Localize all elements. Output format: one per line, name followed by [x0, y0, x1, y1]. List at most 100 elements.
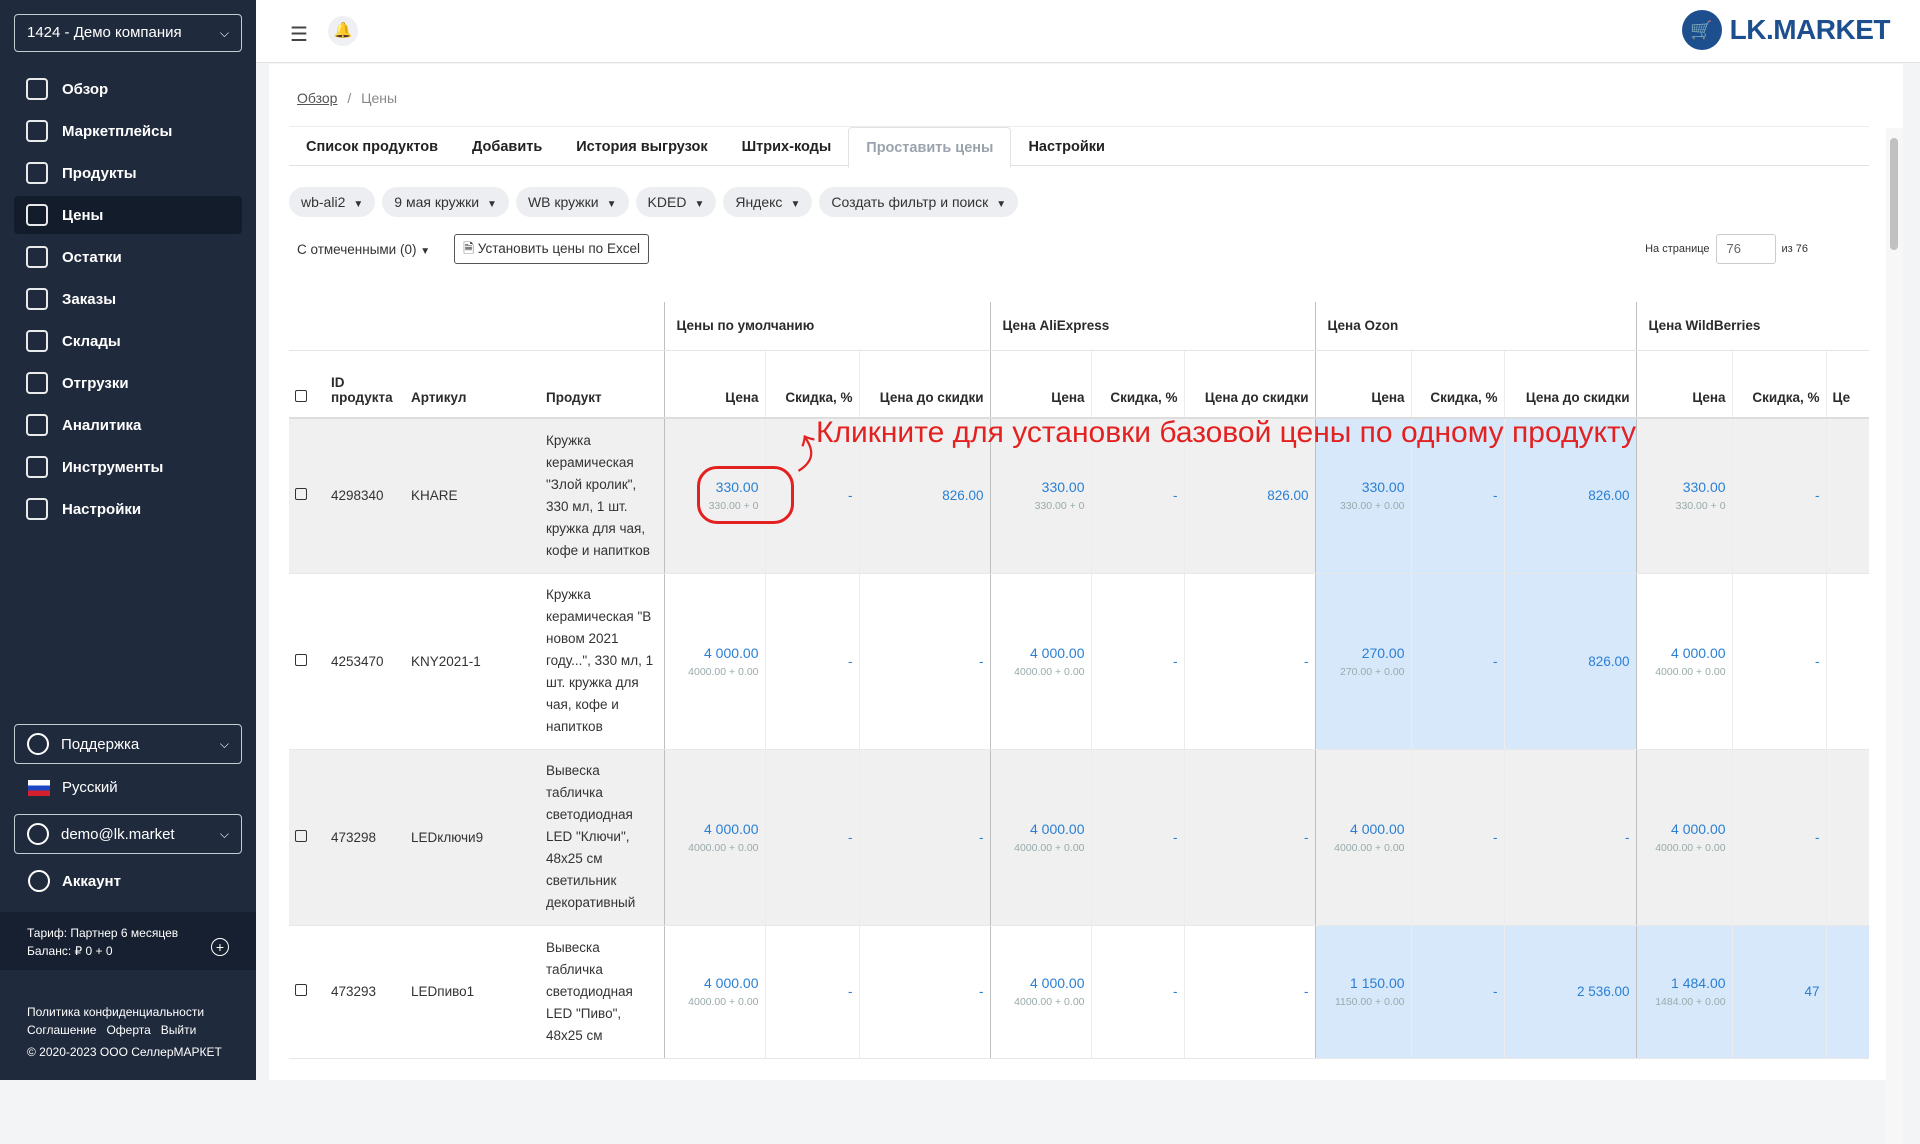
- language-selector[interactable]: Русский: [28, 779, 118, 796]
- wb-price-value[interactable]: 4 000.00: [1643, 645, 1726, 661]
- ozon-before-cell[interactable]: 826.00: [1503, 573, 1637, 750]
- wb-price-value[interactable]: 1 484.00: [1643, 975, 1726, 991]
- row-checkbox[interactable]: [295, 488, 307, 501]
- filter-pill[interactable]: 9 мая кружки ▼: [382, 187, 509, 217]
- ozon-discount-cell[interactable]: -: [1410, 925, 1505, 1059]
- wb-before-cell[interactable]: [1825, 418, 1870, 574]
- nav-item-settings[interactable]: Настройки: [14, 490, 242, 528]
- nav-item-analytics[interactable]: Аналитика: [14, 406, 242, 444]
- ali-price-value[interactable]: 4 000.00: [997, 975, 1085, 991]
- bell-icon[interactable]: 🔔: [328, 16, 358, 46]
- selected-actions-dropdown[interactable]: С отмеченными (0) ▼: [289, 242, 438, 257]
- ozon-price-value[interactable]: 1 150.00: [1322, 975, 1405, 991]
- nav-item-products[interactable]: Продукты: [14, 154, 242, 192]
- nav-item-marketplaces[interactable]: Маркетплейсы: [14, 112, 242, 150]
- excel-prices-button[interactable]: 🗎 Установить цены по Excel: [454, 234, 649, 264]
- ali-price-cell[interactable]: 4 000.00 4000.00 + 0.00: [989, 573, 1091, 750]
- filter-pill[interactable]: KDED ▼: [635, 187, 717, 217]
- offer-link[interactable]: Оферта: [106, 1023, 150, 1037]
- def-discount-cell[interactable]: -: [764, 925, 859, 1059]
- per-page-input[interactable]: 76: [1715, 234, 1776, 264]
- filter-pill[interactable]: WB кружки ▼: [515, 187, 629, 217]
- user-dropdown[interactable]: demo@lk.market ⌵: [14, 814, 242, 854]
- nav-item-shipments[interactable]: Отгрузки: [14, 364, 242, 402]
- ozon-before-cell[interactable]: 2 536.00: [1503, 925, 1637, 1059]
- agreement-link[interactable]: Соглашение: [27, 1023, 96, 1037]
- ozon-price-cell[interactable]: 1 150.00 1150.00 + 0.00: [1314, 925, 1412, 1059]
- nav-item-stock[interactable]: Остатки: [14, 238, 242, 276]
- ali-discount-cell[interactable]: -: [1090, 925, 1184, 1059]
- row-checkbox[interactable]: [295, 653, 307, 666]
- scrollbar[interactable]: [1886, 128, 1903, 1144]
- ozon-discount-cell[interactable]: -: [1410, 749, 1505, 926]
- ali-discount-cell[interactable]: -: [1090, 749, 1184, 926]
- def-before-cell[interactable]: -: [858, 925, 990, 1059]
- privacy-link[interactable]: Политика конфиденциальности: [27, 1003, 222, 1021]
- wb-price-value[interactable]: 330.00: [1643, 479, 1726, 495]
- ali-price-cell[interactable]: 4 000.00 4000.00 + 0.00: [989, 749, 1091, 926]
- wb-before-cell[interactable]: [1825, 749, 1870, 926]
- wb-price-cell[interactable]: 4 000.00 4000.00 + 0.00: [1635, 749, 1733, 926]
- def-before-cell[interactable]: -: [858, 749, 990, 926]
- ozon-price-cell[interactable]: 270.00 270.00 + 0.00: [1314, 573, 1412, 750]
- wb-discount-cell[interactable]: -: [1731, 749, 1827, 926]
- ozon-price-value[interactable]: 4 000.00: [1322, 821, 1405, 837]
- ali-before-cell[interactable]: -: [1183, 749, 1316, 926]
- ali-price-cell[interactable]: 4 000.00 4000.00 + 0.00: [989, 925, 1091, 1059]
- ozon-price-cell[interactable]: 4 000.00 4000.00 + 0.00: [1314, 749, 1412, 926]
- menu-icon[interactable]: ☰: [290, 22, 308, 47]
- wb-price-cell[interactable]: 4 000.00 4000.00 + 0.00: [1635, 573, 1733, 750]
- ali-before-cell[interactable]: -: [1183, 573, 1316, 750]
- row-checkbox[interactable]: [295, 829, 307, 842]
- def-discount-cell[interactable]: -: [764, 573, 859, 750]
- wb-discount-cell[interactable]: -: [1731, 418, 1827, 574]
- tab-4[interactable]: Проставить цены: [848, 127, 1012, 168]
- ozon-discount-cell[interactable]: -: [1410, 573, 1505, 750]
- wb-price-value[interactable]: 4 000.00: [1643, 821, 1726, 837]
- ali-price-value[interactable]: 4 000.00: [997, 645, 1085, 661]
- filter-pill[interactable]: Создать фильтр и поиск ▼: [819, 187, 1019, 217]
- nav-item-tools[interactable]: Инструменты: [14, 448, 242, 486]
- filter-pill[interactable]: Яндекс ▼: [723, 187, 813, 217]
- def-price-value[interactable]: 4 000.00: [671, 975, 759, 991]
- wb-discount-cell[interactable]: -: [1731, 573, 1827, 750]
- def-price-cell[interactable]: 4 000.00 4000.00 + 0.00: [663, 749, 765, 926]
- def-price-cell[interactable]: 4 000.00 4000.00 + 0.00: [663, 925, 765, 1059]
- ozon-price-value[interactable]: 270.00: [1322, 645, 1405, 661]
- wb-discount-cell[interactable]: 47: [1731, 925, 1827, 1059]
- row-checkbox[interactable]: [295, 984, 307, 996]
- tab-3[interactable]: Штрих-коды: [725, 127, 849, 165]
- tab-2[interactable]: История выгрузок: [559, 127, 724, 165]
- def-price-value[interactable]: 4 000.00: [671, 821, 759, 837]
- def-price-value[interactable]: 4 000.00: [671, 645, 759, 661]
- ozon-price-value[interactable]: 330.00: [1322, 479, 1405, 495]
- tab-5[interactable]: Настройки: [1011, 127, 1122, 165]
- tab-1[interactable]: Добавить: [455, 127, 559, 165]
- scrollbar-thumb[interactable]: [1890, 138, 1898, 250]
- nav-item-orders[interactable]: Заказы: [14, 280, 242, 318]
- ozon-before-cell[interactable]: -: [1503, 749, 1637, 926]
- add-balance-icon[interactable]: +: [211, 938, 229, 956]
- select-all-checkbox[interactable]: [295, 390, 307, 402]
- logout-link[interactable]: Выйти: [161, 1023, 197, 1037]
- ali-price-value[interactable]: 4 000.00: [997, 821, 1085, 837]
- def-price-cell[interactable]: 4 000.00 4000.00 + 0.00: [663, 573, 765, 750]
- ali-before-cell[interactable]: -: [1183, 925, 1316, 1059]
- account-link[interactable]: Аккаунт: [28, 870, 121, 892]
- tab-0[interactable]: Список продуктов: [289, 127, 455, 165]
- def-discount-cell[interactable]: -: [764, 749, 859, 926]
- wb-price-cell[interactable]: 1 484.00 1484.00 + 0.00: [1635, 925, 1733, 1059]
- wb-before-cell[interactable]: [1825, 925, 1870, 1059]
- wb-before-cell[interactable]: [1825, 573, 1870, 750]
- wb-price-cell[interactable]: 330.00 330.00 + 0: [1635, 418, 1733, 574]
- def-before-cell[interactable]: -: [858, 573, 990, 750]
- nav-item-prices[interactable]: Цены: [14, 196, 242, 234]
- company-selector[interactable]: 1424 - Демо компания ⌵: [14, 14, 242, 52]
- ali-discount-cell[interactable]: -: [1090, 573, 1184, 750]
- filter-pill[interactable]: wb-ali2 ▼: [289, 187, 376, 217]
- ali-price-value[interactable]: 330.00: [997, 479, 1085, 495]
- nav-item-overview[interactable]: Обзор: [14, 70, 242, 108]
- nav-item-warehouses[interactable]: Склады: [14, 322, 242, 360]
- breadcrumb-home[interactable]: Обзор: [297, 90, 337, 106]
- support-dropdown[interactable]: Поддержка ⌵: [14, 724, 242, 764]
